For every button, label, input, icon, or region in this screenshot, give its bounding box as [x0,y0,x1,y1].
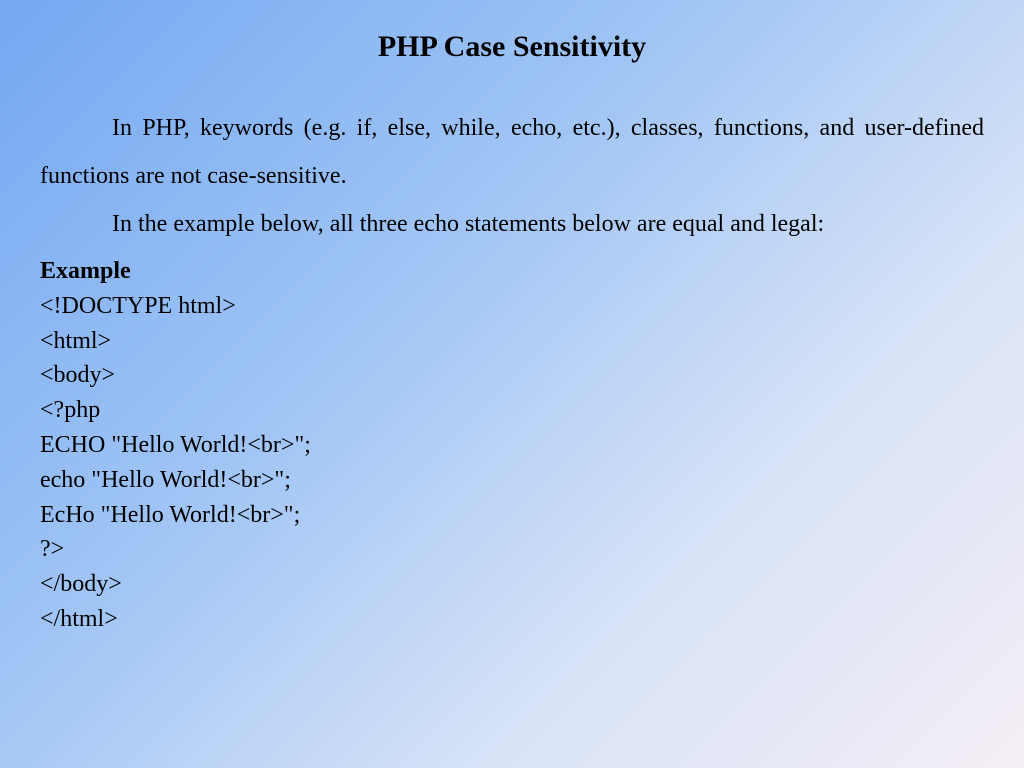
code-line: </html> [40,602,984,637]
code-line: <html> [40,324,984,359]
slide: PHP Case Sensitivity In PHP, keywords (e… [0,0,1024,768]
slide-title: PHP Case Sensitivity [40,30,984,64]
paragraph-1: In PHP, keywords (e.g. if, else, while, … [40,104,984,200]
code-line: EcHo "Hello World!<br>"; [40,498,984,533]
code-line: ?> [40,532,984,567]
code-line: <!DOCTYPE html> [40,289,984,324]
example-label: Example [40,254,984,289]
body-text: In PHP, keywords (e.g. if, else, while, … [40,104,984,248]
code-line: <body> [40,358,984,393]
paragraph-2: In the example below, all three echo sta… [40,200,984,248]
code-line: echo "Hello World!<br>"; [40,463,984,498]
code-line: </body> [40,567,984,602]
code-line: ECHO "Hello World!<br>"; [40,428,984,463]
code-line: <?php [40,393,984,428]
example-block: Example <!DOCTYPE html> <html> <body> <?… [40,254,984,637]
